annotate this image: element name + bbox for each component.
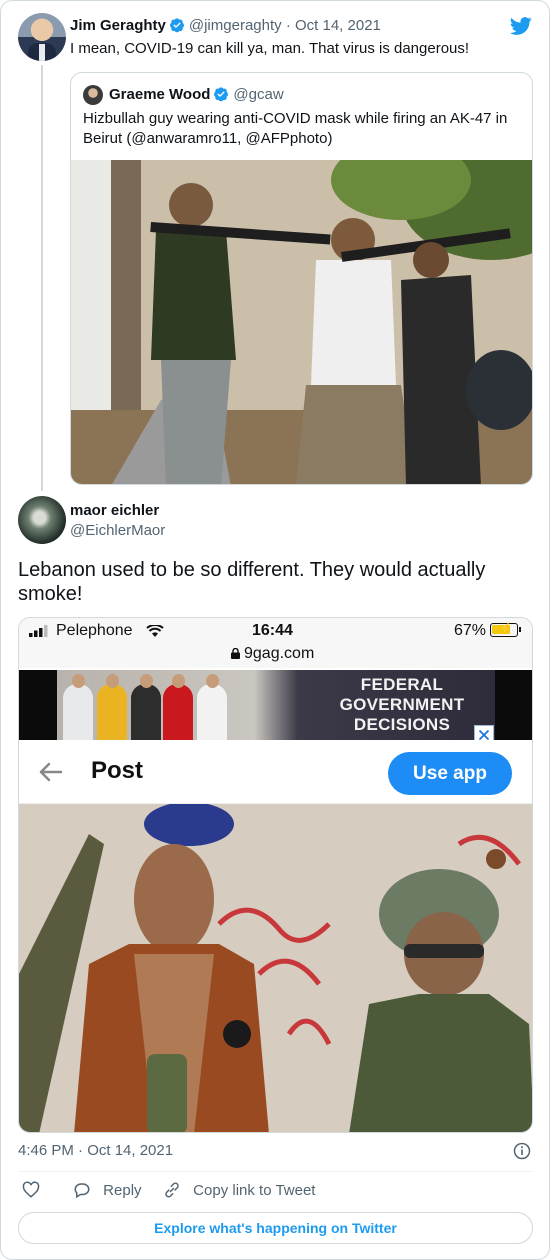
copy-link-label: Copy link to Tweet: [193, 1182, 316, 1199]
avatar-graeme-wood: [83, 85, 103, 105]
author-name[interactable]: maor eichler: [70, 502, 159, 519]
gunmen-photo-illustration: [71, 160, 532, 484]
tweet-timestamp[interactable]: 4:46 PM · Oct 14, 2021: [18, 1142, 173, 1159]
reply-button[interactable]: Reply: [73, 1181, 142, 1199]
app-header: Post Use app: [19, 740, 532, 804]
wifi-icon: [146, 625, 164, 637]
use-app-button[interactable]: Use app: [388, 752, 512, 795]
reply-label: Reply: [103, 1182, 142, 1199]
militia-photo-illustration: [19, 804, 532, 1132]
explore-twitter-button[interactable]: Explore what's happening on Twitter: [18, 1212, 533, 1244]
status-time: 16:44: [252, 622, 293, 639]
tweet-media-screenshot[interactable]: Pelephone 16:44 67% ⚡ 9gag.com FEDERAL G…: [18, 617, 533, 1133]
quoted-tweet-photo[interactable]: [71, 160, 532, 484]
tweet-embed-card: Jim Geraghty @jimgeraghty · Oct 14, 2021 …: [0, 0, 550, 1260]
tweet-date[interactable]: Oct 14, 2021: [295, 17, 381, 34]
info-icon[interactable]: [513, 1142, 531, 1160]
divider: [18, 1171, 533, 1172]
lock-icon: [231, 648, 240, 659]
battery-icon: ⚡: [490, 623, 521, 637]
ad-line-3: DECISIONS: [353, 715, 451, 734]
battery-percent: 67%: [454, 622, 487, 639]
ad-headline: FEDERAL GOVERNMENT DECISIONS: [312, 675, 492, 735]
post-title: Post: [91, 757, 144, 784]
ad-line-2: GOVERNMENT: [339, 695, 465, 714]
quoted-tweet-text: Hizbullah guy wearing anti-COVID mask wh…: [83, 110, 508, 147]
avatar-maor-eichler[interactable]: [18, 496, 66, 544]
back-arrow-icon[interactable]: [37, 760, 63, 784]
avatar-jim-geraghty[interactable]: [18, 13, 66, 61]
url-text: 9gag.com: [244, 645, 315, 662]
reply-icon: [74, 1183, 90, 1199]
separator: ·: [285, 17, 291, 34]
like-button[interactable]: [22, 1181, 40, 1199]
reply-tweet-text: I mean, COVID-19 can kill ya, man. That …: [70, 40, 470, 57]
signal-icon: [29, 625, 48, 637]
reply-tweet-header: Jim Geraghty @jimgeraghty · Oct 14, 2021: [70, 17, 381, 34]
quoted-tweet-card[interactable]: Graeme Wood @gcaw Hizbullah guy wearing a…: [70, 72, 533, 485]
verified-icon: [169, 18, 184, 33]
carrier-name: Pelephone: [56, 622, 133, 639]
tweet-text: Lebanon used to be so different. They wo…: [18, 559, 486, 605]
ad-image: FEDERAL GOVERNMENT DECISIONS: [57, 670, 495, 740]
twitter-bird-icon[interactable]: [509, 15, 533, 37]
quoted-tweet-header: Graeme Wood @gcaw: [109, 86, 284, 103]
ad-line-1: FEDERAL: [360, 675, 444, 694]
post-photo: [19, 804, 532, 1132]
heart-icon: [22, 1181, 40, 1198]
verified-icon: [214, 87, 229, 102]
author-name[interactable]: Jim Geraghty: [70, 17, 166, 34]
author-handle[interactable]: @EichlerMaor: [70, 522, 165, 539]
ad-banner[interactable]: FEDERAL GOVERNMENT DECISIONS: [19, 670, 532, 745]
link-icon: [165, 1182, 179, 1198]
thread-line: [41, 65, 43, 491]
phone-status-bar: Pelephone 16:44 67% ⚡ 9gag.com: [19, 618, 532, 668]
author-handle[interactable]: @jimgeraghty: [189, 17, 282, 34]
quoted-author-handle: @gcaw: [233, 86, 284, 103]
quoted-author-name: Graeme Wood: [109, 86, 211, 103]
copy-link-button[interactable]: Copy link to Tweet: [163, 1181, 315, 1199]
page-url: 9gag.com: [231, 645, 314, 663]
